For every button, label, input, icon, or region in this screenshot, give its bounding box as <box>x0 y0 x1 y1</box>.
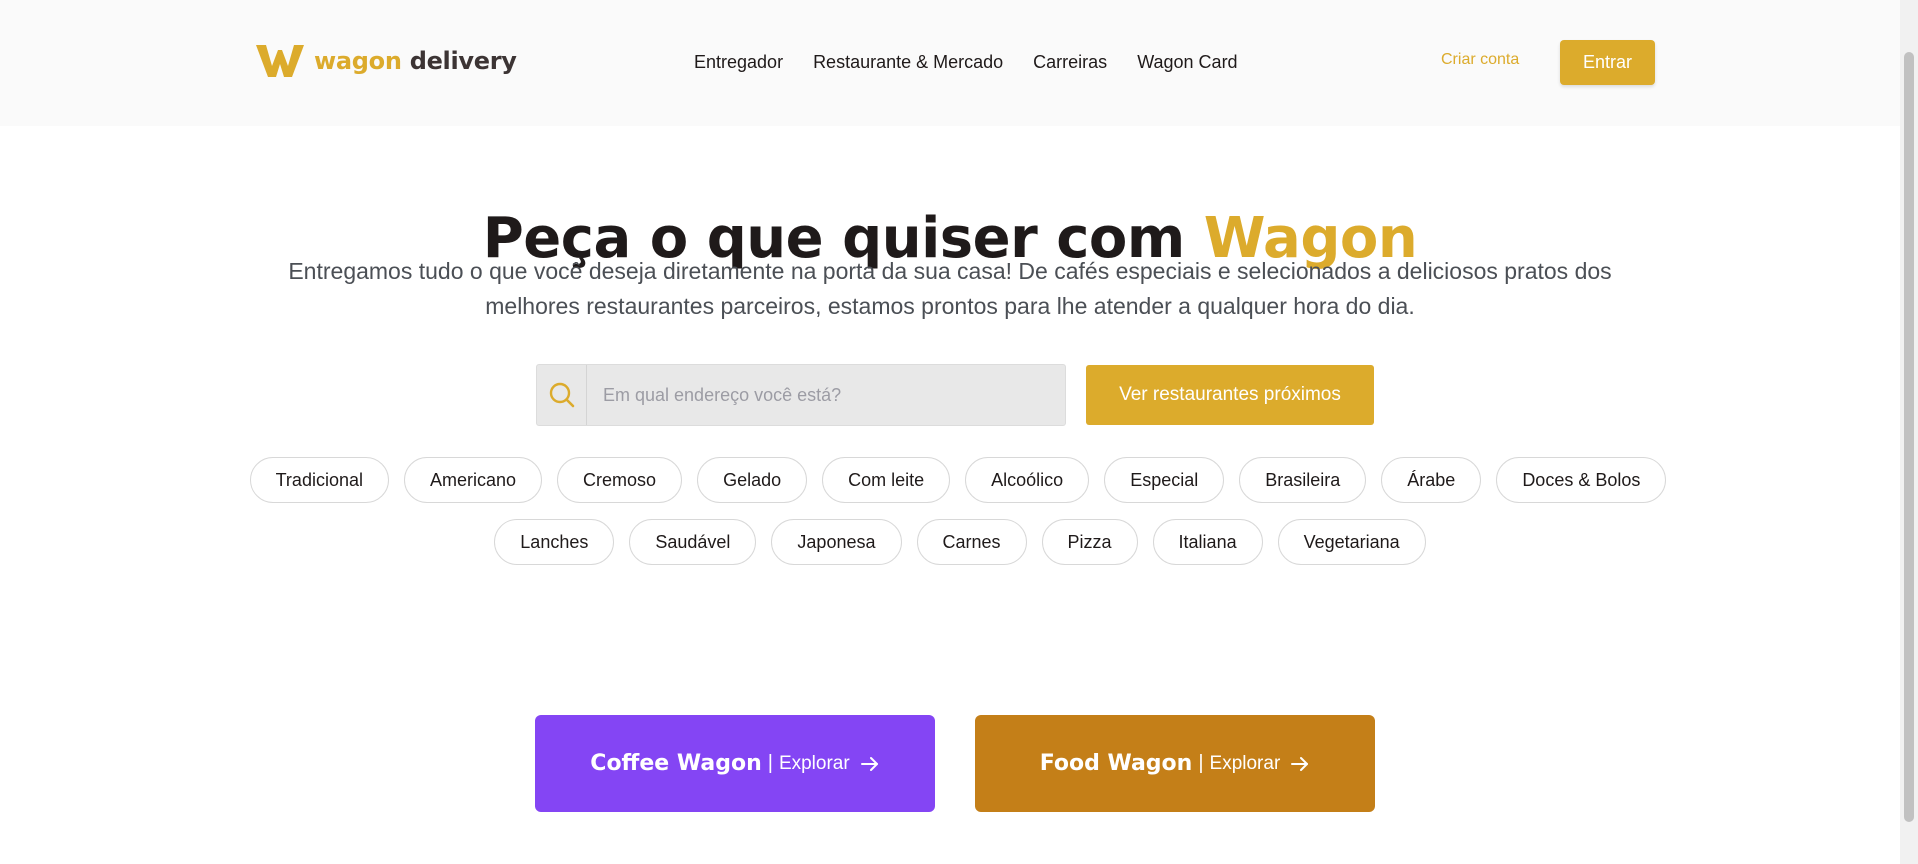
category-chip-doces-bolos[interactable]: Doces & Bolos <box>1496 457 1667 503</box>
category-chips-row-2: Lanches Saudável Japonesa Carnes Pizza I… <box>10 519 1910 565</box>
search-icon <box>537 365 587 425</box>
food-wagon-explore-button[interactable]: Food Wagon | Explorar <box>975 715 1375 812</box>
site-header: wagon delivery Entregador Restaurante & … <box>0 0 1900 126</box>
signup-link[interactable]: Criar conta <box>1441 51 1519 69</box>
category-chip-vegetariana[interactable]: Vegetariana <box>1277 519 1426 565</box>
brand-name-part1: wagon <box>314 47 402 75</box>
food-wagon-action: Explorar <box>1209 752 1281 774</box>
category-chips-row-1: Tradicional Americano Cremoso Gelado Com… <box>8 457 1908 503</box>
category-chip-gelado[interactable]: Gelado <box>697 457 808 503</box>
coffee-wagon-explore-button[interactable]: Coffee Wagon | Explorar <box>535 715 935 812</box>
coffee-wagon-separator: | <box>767 752 773 774</box>
find-restaurants-button[interactable]: Ver restaurantes próximos <box>1086 365 1374 425</box>
page: wagon delivery Entregador Restaurante & … <box>0 0 1918 864</box>
category-chip-tradicional[interactable]: Tradicional <box>249 457 389 503</box>
category-chip-americano[interactable]: Americano <box>403 457 543 503</box>
login-button[interactable]: Entrar <box>1560 40 1655 85</box>
category-chip-lanches[interactable]: Lanches <box>494 519 615 565</box>
hero-subtitle: Entregamos tudo o que você deseja direta… <box>288 258 1612 319</box>
category-chip-pizza[interactable]: Pizza <box>1041 519 1138 565</box>
arrow-right-icon <box>1291 756 1309 771</box>
nav-item-restaurante-mercado[interactable]: Restaurante & Mercado <box>813 52 1003 73</box>
page-scrollbar[interactable] <box>1900 0 1918 864</box>
coffee-wagon-title: Coffee Wagon <box>590 751 762 776</box>
category-chip-cremoso[interactable]: Cremoso <box>557 457 683 503</box>
category-chip-italiana[interactable]: Italiana <box>1152 519 1263 565</box>
category-chip-japonesa[interactable]: Japonesa <box>771 519 902 565</box>
nav-item-wagon-card[interactable]: Wagon Card <box>1137 52 1237 73</box>
address-search-box <box>536 364 1066 426</box>
category-chip-especial[interactable]: Especial <box>1104 457 1225 503</box>
category-chip-saudavel[interactable]: Saudável <box>629 519 757 565</box>
nav-item-entregador[interactable]: Entregador <box>694 52 783 73</box>
nav-item-carreiras[interactable]: Carreiras <box>1033 52 1107 73</box>
main-nav: Entregador Restaurante & Mercado Carreir… <box>694 52 1238 73</box>
coffee-wagon-action: Explorar <box>778 752 850 774</box>
brand-name-part2: delivery <box>409 47 517 75</box>
wagon-logo-icon <box>256 45 304 77</box>
category-chip-arabe[interactable]: Árabe <box>1381 457 1482 503</box>
category-chip-com-leite[interactable]: Com leite <box>822 457 951 503</box>
food-wagon-separator: | <box>1198 752 1204 774</box>
food-wagon-title: Food Wagon <box>1039 751 1193 776</box>
scrollbar-thumb[interactable] <box>1904 52 1914 822</box>
brand-name: wagon delivery <box>314 47 517 75</box>
address-search-input[interactable] <box>587 365 1065 425</box>
brand-logo[interactable]: wagon delivery <box>254 42 517 80</box>
category-chip-alcoolico[interactable]: Alcoólico <box>965 457 1090 503</box>
arrow-right-icon <box>860 756 878 771</box>
category-chip-carnes[interactable]: Carnes <box>916 519 1027 565</box>
category-chip-brasileira[interactable]: Brasileira <box>1239 457 1367 503</box>
